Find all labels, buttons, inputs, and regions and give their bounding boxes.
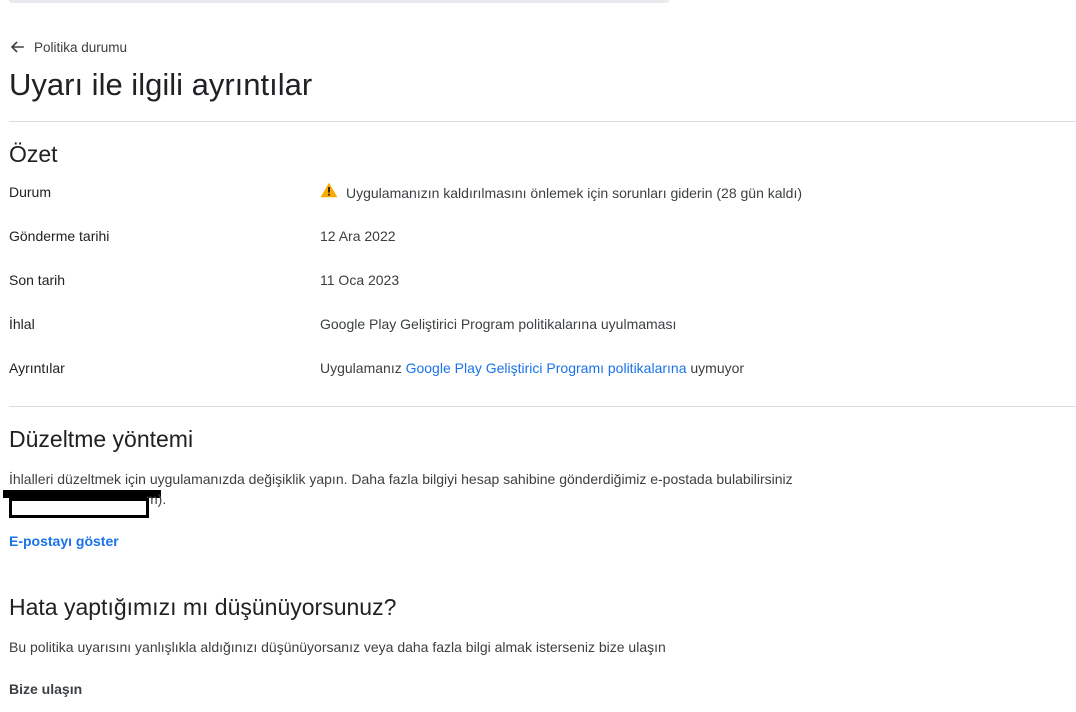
arrow-left-icon: [9, 39, 25, 55]
back-link-label[interactable]: Politika durumu: [34, 40, 127, 55]
divider: [9, 406, 1076, 407]
violation-value: Google Play Geliştirici Program politika…: [320, 316, 677, 332]
details-suffix: uymuyor: [686, 360, 745, 376]
sent-date-label: Gönderme tarihi: [9, 228, 110, 244]
details-prefix: Uygulamanız: [320, 360, 406, 376]
policy-link[interactable]: Google Play Geliştirici Programı politik…: [406, 358, 687, 378]
warning-icon: [320, 182, 338, 203]
status-text: Uygulamanızın kaldırılmasını önlemek içi…: [346, 184, 802, 201]
deadline-value: 11 Oca 2023: [320, 272, 400, 288]
redaction-bar: [3, 490, 161, 498]
divider: [9, 121, 1076, 122]
contact-us-link[interactable]: Bize ulaşın: [9, 679, 82, 699]
summary-title: Özet: [9, 141, 58, 167]
mistake-description: Bu politika uyarısını yanlışlıkla aldığı…: [9, 639, 666, 655]
email-tail: m).: [146, 491, 167, 507]
redaction-box: [9, 498, 149, 518]
details-value: Uygulamanız Google Play Geliştirici Prog…: [320, 358, 744, 378]
status-value: Uygulamanızın kaldırılmasını önlemek içi…: [320, 182, 802, 203]
deadline-label: Son tarih: [9, 272, 66, 288]
fix-description: İhlalleri düzeltmek için uygulamanızda d…: [9, 471, 793, 487]
mistake-title: Hata yaptığımızı mı düşünüyorsunuz?: [9, 594, 397, 620]
fix-title: Düzeltme yöntemi: [9, 426, 194, 452]
page-title: Uyarı ile ilgili ayrıntılar: [9, 67, 313, 102]
violation-label: İhlal: [9, 316, 35, 332]
policy-warning-page: Politika durumu Uyarı ile ilgili ayrıntı…: [0, 0, 1076, 712]
details-label: Ayrıntılar: [9, 360, 65, 376]
top-bar-edge: [9, 0, 669, 3]
show-email-link[interactable]: E-postayı göster: [9, 531, 119, 551]
sent-date-value: 12 Ara 2022: [320, 228, 396, 244]
back-link[interactable]: Politika durumu: [9, 38, 127, 56]
status-label: Durum: [9, 184, 52, 200]
